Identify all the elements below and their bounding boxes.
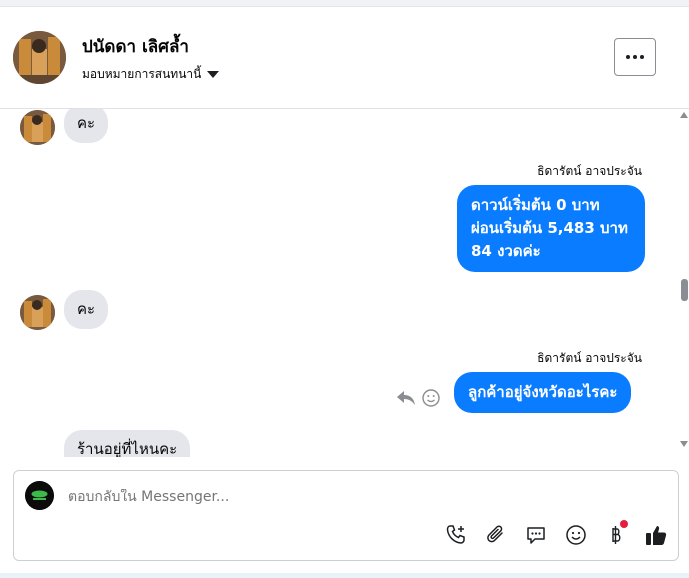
composer-toolbar bbox=[444, 520, 668, 547]
sender-name: ธิดารัตน์ อาจประจัน bbox=[537, 164, 642, 178]
emoji-icon[interactable] bbox=[564, 523, 588, 547]
saved-replies-icon[interactable] bbox=[524, 523, 548, 547]
assign-conversation-dropdown[interactable]: มอบหมายการสนทนานี้ bbox=[82, 65, 220, 84]
contact-avatar-small bbox=[20, 110, 55, 145]
message-thread: คะ ธิดารัตน์ อาจประจัน ดาวน์เริ่มต้น 0 บ… bbox=[0, 109, 679, 457]
reply-icon[interactable] bbox=[396, 389, 416, 411]
page-avatar bbox=[25, 481, 54, 510]
more-options-button[interactable] bbox=[614, 38, 656, 76]
message-actions bbox=[396, 389, 440, 411]
top-border bbox=[0, 0, 689, 7]
contact-avatar[interactable] bbox=[13, 31, 66, 84]
incoming-message[interactable]: คะ bbox=[64, 290, 109, 329]
reply-input[interactable] bbox=[68, 489, 568, 505]
scroll-down-icon[interactable] bbox=[680, 441, 688, 447]
scroll-up-icon[interactable] bbox=[680, 112, 688, 118]
outgoing-message[interactable]: ลูกค้าอยู่จังหวัดอะไรคะ bbox=[454, 372, 632, 413]
contact-avatar-small bbox=[20, 295, 55, 330]
incoming-message[interactable]: ร้านอยู่ที่ไหนคะ bbox=[64, 430, 191, 457]
baht-icon[interactable] bbox=[604, 520, 628, 547]
paperclip-icon[interactable] bbox=[484, 523, 508, 547]
notification-dot bbox=[620, 520, 628, 528]
react-emoji-icon[interactable] bbox=[422, 389, 440, 411]
contact-name[interactable]: ปนัดดา เลิศล้ำ bbox=[82, 33, 189, 60]
conversation-header: ปนัดดา เลิศล้ำ มอบหมายการสนทนานี้ bbox=[0, 7, 689, 109]
outgoing-message[interactable]: ดาวน์เริ่มต้น 0 บาท ผ่อนเริ่มต้น 5,483 บ… bbox=[457, 185, 645, 272]
scrollbar-thumb[interactable] bbox=[681, 279, 688, 301]
more-dots-icon bbox=[626, 55, 644, 59]
sender-name: ธิดารัตน์ อาจประจัน bbox=[537, 351, 642, 365]
phone-add-icon[interactable] bbox=[444, 523, 468, 547]
bottom-strip bbox=[0, 573, 689, 578]
assign-label: มอบหมายการสนทนานี้ bbox=[82, 67, 202, 81]
message-composer bbox=[13, 470, 679, 561]
incoming-message[interactable]: คะ bbox=[64, 109, 109, 143]
caret-down-icon bbox=[207, 68, 220, 82]
like-icon[interactable] bbox=[644, 523, 668, 547]
thread-scrollbar[interactable] bbox=[679, 109, 689, 457]
